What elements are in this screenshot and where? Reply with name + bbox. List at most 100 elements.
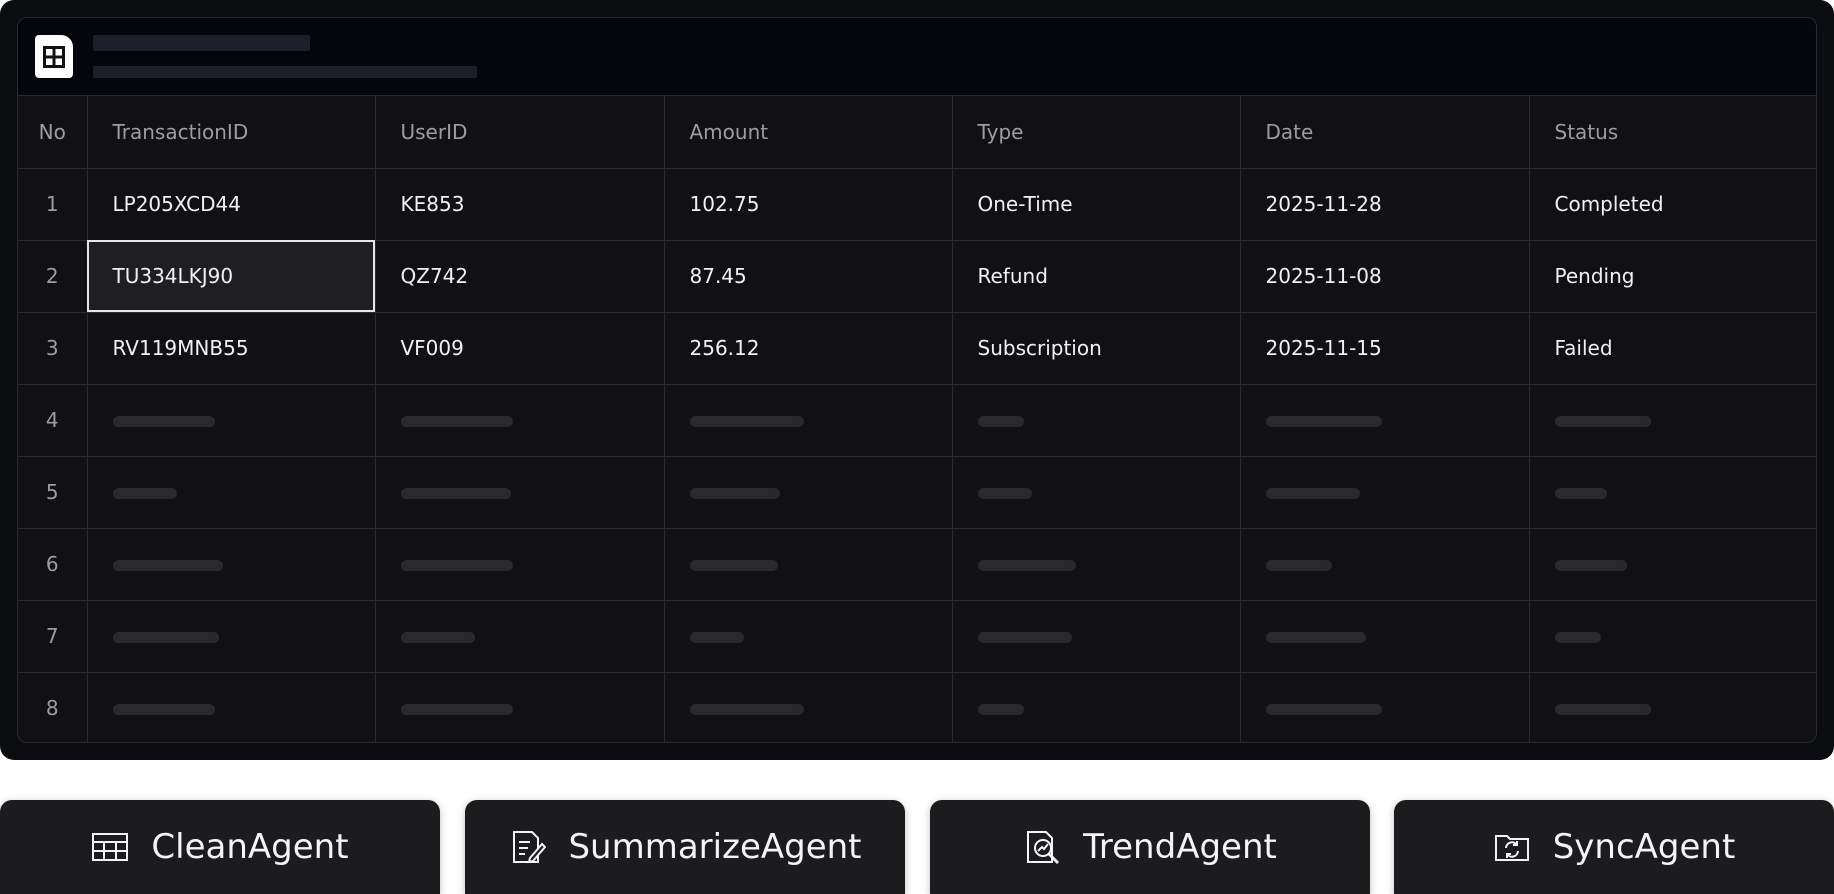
- row-number[interactable]: 8: [18, 672, 88, 742]
- cell-type[interactable]: Refund: [952, 240, 1241, 313]
- summarize-agent-label: SummarizeAgent: [568, 827, 862, 867]
- column-header-type[interactable]: Type: [952, 96, 1241, 169]
- row-number[interactable]: 1: [18, 168, 88, 241]
- skeleton-cell[interactable]: [1529, 528, 1816, 601]
- skeleton-bar: [977, 488, 1032, 499]
- cell-transaction-id[interactable]: LP205XCD44: [87, 168, 376, 241]
- skeleton-cell[interactable]: [375, 528, 665, 601]
- placeholder-row: 7: [18, 600, 1816, 673]
- skeleton-bar: [689, 560, 778, 571]
- row-number[interactable]: 6: [18, 528, 88, 601]
- skeleton-cell[interactable]: [1240, 528, 1530, 601]
- column-header-status[interactable]: Status: [1529, 96, 1816, 169]
- cell-user-id[interactable]: QZ742: [375, 240, 665, 313]
- table-row: 1 LP205XCD44 KE853 102.75 One-Time 2025-…: [18, 168, 1816, 241]
- cell-user-id[interactable]: VF009: [375, 312, 665, 385]
- skeleton-bar: [112, 632, 219, 643]
- skeleton-bar: [1265, 416, 1382, 427]
- skeleton-cell[interactable]: [664, 384, 953, 457]
- skeleton-bar: [400, 704, 513, 716]
- table-row: 2 TU334LKJ90 QZ742 87.45 Refund 2025-11-…: [18, 240, 1816, 313]
- skeleton-bar: [1554, 704, 1651, 716]
- skeleton-cell[interactable]: [664, 528, 953, 601]
- cell-date[interactable]: 2025-11-28: [1240, 168, 1530, 241]
- row-number[interactable]: 4: [18, 384, 88, 457]
- chart-search-icon: [1027, 831, 1060, 865]
- skeleton-bar: [689, 488, 780, 499]
- skeleton-bar: [977, 632, 1072, 643]
- column-header-user-id[interactable]: UserID: [375, 96, 665, 169]
- skeleton-cell[interactable]: [375, 384, 665, 457]
- skeleton-cell[interactable]: [1529, 456, 1816, 529]
- sync-agent-label: SyncAgent: [1552, 827, 1736, 867]
- placeholder-row: 5: [18, 456, 1816, 529]
- skeleton-bar: [689, 704, 804, 716]
- skeleton-cell[interactable]: [1240, 672, 1530, 742]
- skeleton-cell[interactable]: [375, 672, 665, 742]
- skeleton-cell[interactable]: [952, 600, 1241, 673]
- cell-date[interactable]: 2025-11-15: [1240, 312, 1530, 385]
- trend-agent-button[interactable]: TrendAgent: [930, 800, 1370, 894]
- skeleton-cell[interactable]: [664, 672, 953, 742]
- column-header-no[interactable]: No: [18, 96, 88, 169]
- skeleton-cell[interactable]: [1240, 600, 1530, 673]
- skeleton-cell[interactable]: [87, 456, 376, 529]
- skeleton-cell[interactable]: [1240, 456, 1530, 529]
- document-edit-icon: [513, 831, 547, 864]
- summarize-agent-button[interactable]: SummarizeAgent: [465, 800, 905, 894]
- column-header-amount[interactable]: Amount: [664, 96, 953, 169]
- cell-status[interactable]: Completed: [1529, 168, 1816, 241]
- skeleton-cell[interactable]: [952, 456, 1241, 529]
- skeleton-bar: [1265, 632, 1366, 643]
- skeleton-bar: [689, 632, 744, 643]
- cell-status[interactable]: Failed: [1529, 312, 1816, 385]
- skeleton-cell[interactable]: [1529, 672, 1816, 742]
- skeleton-cell[interactable]: [952, 528, 1241, 601]
- skeleton-cell[interactable]: [87, 672, 376, 742]
- skeleton-cell[interactable]: [952, 672, 1241, 742]
- skeleton-cell[interactable]: [1529, 600, 1816, 673]
- skeleton-cell[interactable]: [1529, 384, 1816, 457]
- skeleton-cell[interactable]: [87, 528, 376, 601]
- cell-transaction-id-selected[interactable]: TU334LKJ90: [87, 240, 376, 313]
- skeleton-cell[interactable]: [87, 384, 376, 457]
- spreadsheet-icon: [35, 35, 73, 78]
- skeleton-bar: [1554, 632, 1601, 643]
- placeholder-row: 4: [18, 384, 1816, 457]
- cell-amount[interactable]: 87.45: [664, 240, 953, 313]
- skeleton-cell[interactable]: [664, 456, 953, 529]
- cell-amount[interactable]: 256.12: [664, 312, 953, 385]
- skeleton-cell[interactable]: [375, 456, 665, 529]
- cell-status[interactable]: Pending: [1529, 240, 1816, 313]
- row-number[interactable]: 7: [18, 600, 88, 673]
- skeleton-bar: [112, 560, 223, 571]
- skeleton-cell[interactable]: [87, 600, 376, 673]
- clean-agent-button[interactable]: CleanAgent: [0, 800, 440, 894]
- column-header-transaction-id[interactable]: TransactionID: [87, 96, 376, 169]
- cell-type[interactable]: Subscription: [952, 312, 1241, 385]
- skeleton-cell[interactable]: [664, 600, 953, 673]
- skeleton-bar: [1265, 488, 1360, 499]
- skeleton-bar: [977, 560, 1076, 571]
- cell-date[interactable]: 2025-11-08: [1240, 240, 1530, 313]
- skeleton-cell[interactable]: [952, 384, 1241, 457]
- cell-type[interactable]: One-Time: [952, 168, 1241, 241]
- skeleton-cell[interactable]: [1240, 384, 1530, 457]
- skeleton-bar: [400, 560, 513, 571]
- skeleton-bar: [112, 488, 177, 499]
- skeleton-bar: [400, 632, 475, 643]
- skeleton-bar: [689, 416, 804, 427]
- skeleton-bar: [977, 704, 1024, 716]
- table-icon: [92, 833, 129, 861]
- cell-amount[interactable]: 102.75: [664, 168, 953, 241]
- sync-agent-button[interactable]: SyncAgent: [1394, 800, 1834, 894]
- agent-bar: CleanAgent SummarizeAgent TrendAgent Syn…: [0, 800, 1834, 894]
- row-number[interactable]: 3: [18, 312, 88, 385]
- row-number[interactable]: 5: [18, 456, 88, 529]
- column-header-date[interactable]: Date: [1240, 96, 1530, 169]
- skeleton-cell[interactable]: [375, 600, 665, 673]
- placeholder-row: 6: [18, 528, 1816, 601]
- row-number[interactable]: 2: [18, 240, 88, 313]
- cell-transaction-id[interactable]: RV119MNB55: [87, 312, 376, 385]
- cell-user-id[interactable]: KE853: [375, 168, 665, 241]
